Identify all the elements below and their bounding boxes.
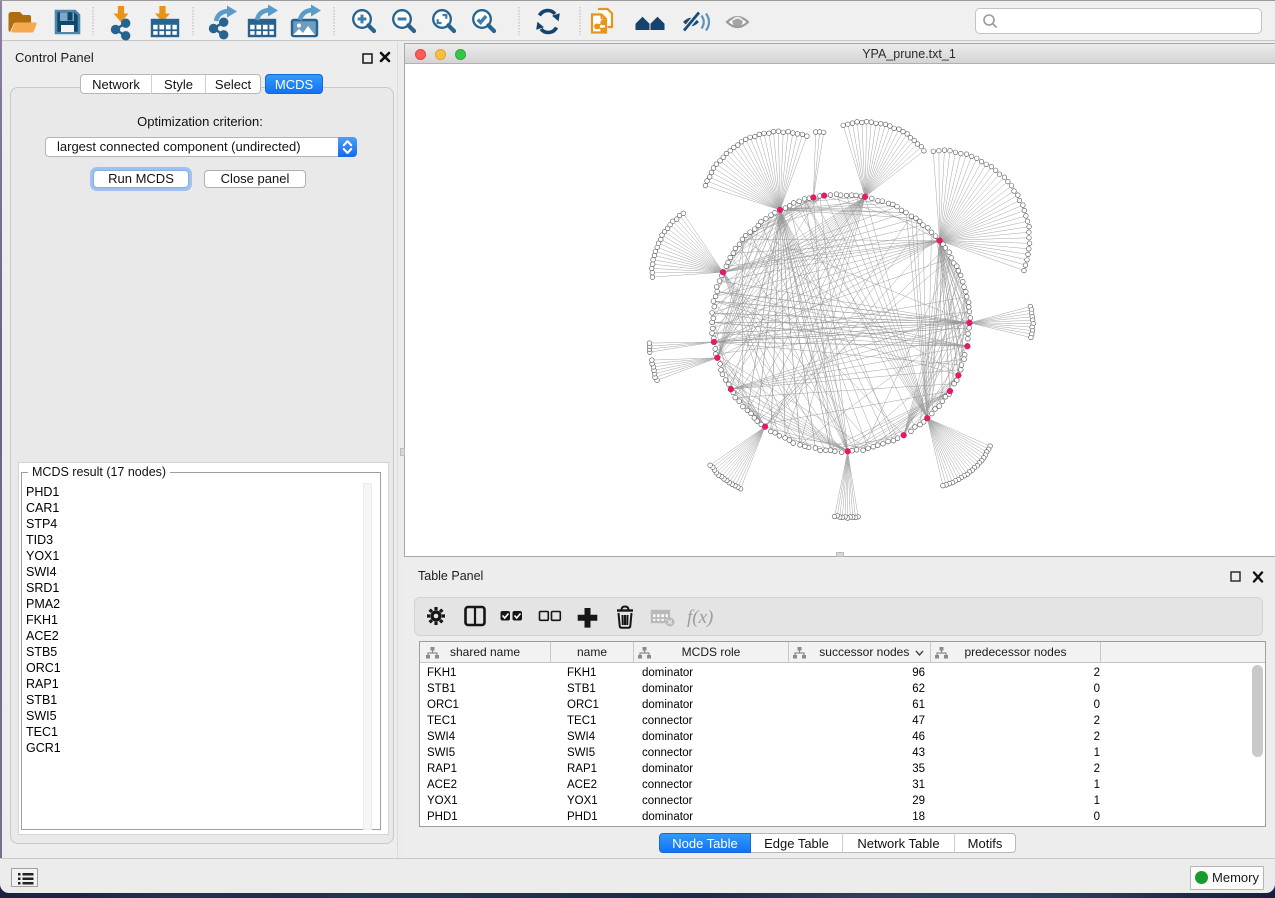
svg-text:f(x): f(x) — [687, 607, 713, 628]
